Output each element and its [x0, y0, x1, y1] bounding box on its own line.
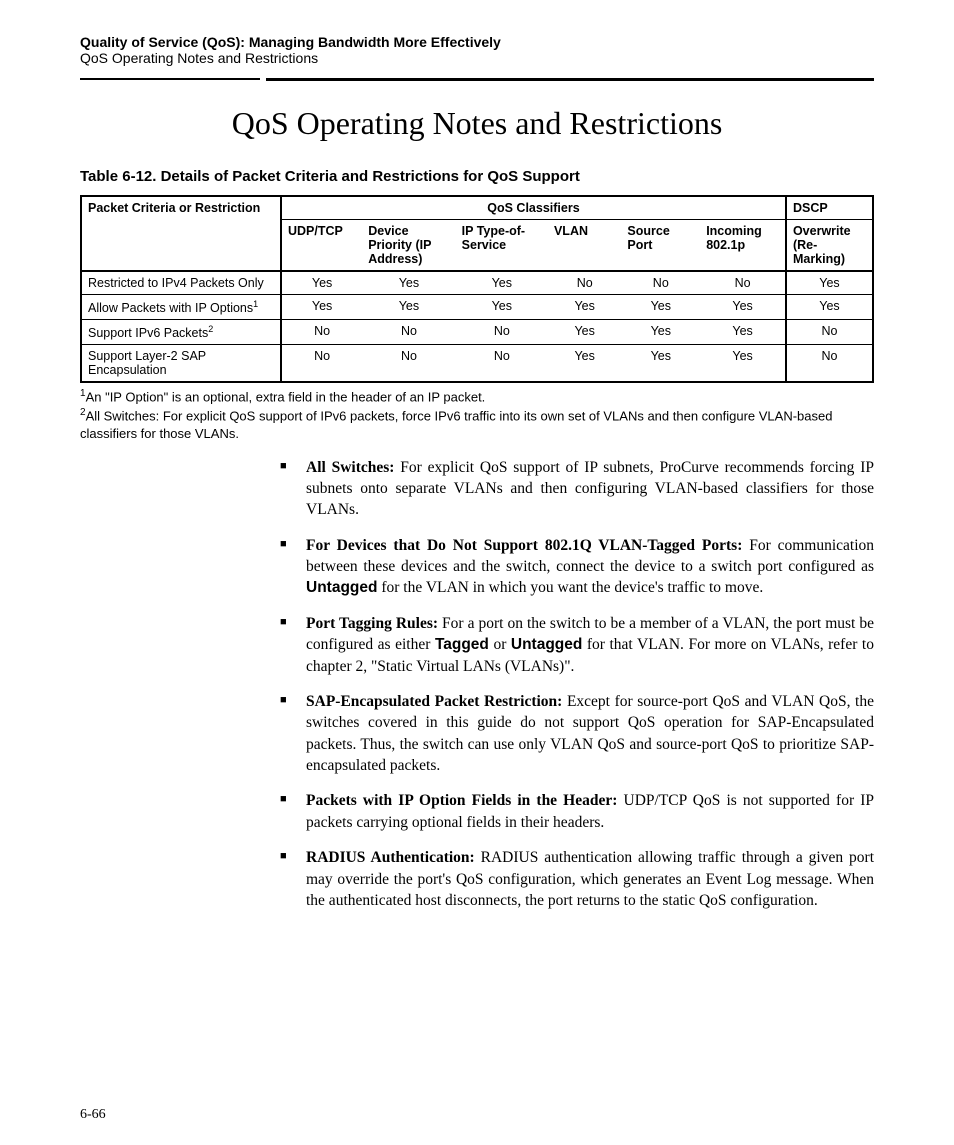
col-incoming: Incoming 802.1p: [700, 220, 786, 272]
col-packet-criteria: Packet Criteria or Restriction: [81, 196, 281, 271]
row-label: Support Layer-2 SAP Encapsulation: [81, 345, 281, 383]
cell: No: [281, 345, 362, 383]
qos-table: Packet Criteria or Restriction QoS Class…: [80, 195, 874, 383]
list-item: Packets with IP Option Fields in the Hea…: [280, 790, 874, 833]
col-vlan: VLAN: [548, 220, 621, 272]
header-rule: [80, 78, 874, 81]
cell: Yes: [700, 295, 786, 320]
cell: Yes: [548, 320, 621, 345]
footnote-2: 2All Switches: For explicit QoS support …: [80, 406, 874, 442]
table-row: Support Layer-2 SAP EncapsulationNoNoNoY…: [81, 345, 873, 383]
cell: Yes: [281, 271, 362, 295]
cell: Yes: [362, 271, 455, 295]
page-number: 6-66: [80, 1107, 106, 1123]
running-head: Quality of Service (QoS): Managing Bandw…: [80, 34, 874, 66]
table-row: Support IPv6 Packets2NoNoNoYesYesYesNo: [81, 320, 873, 345]
list-item: For Devices that Do Not Support 802.1Q V…: [280, 535, 874, 599]
table-footnotes: 1An "IP Option" is an optional, extra fi…: [80, 387, 874, 442]
row-label: Support IPv6 Packets2: [81, 320, 281, 345]
col-device: Device Priority (IP Address): [362, 220, 455, 272]
cell: Yes: [786, 295, 873, 320]
cell: No: [621, 271, 700, 295]
cell: No: [362, 345, 455, 383]
cell: Yes: [548, 295, 621, 320]
table-caption: Table 6-12. Details of Packet Criteria a…: [80, 168, 874, 185]
table-row: Restricted to IPv4 Packets OnlyYesYesYes…: [81, 271, 873, 295]
list-item: RADIUS Authentication: RADIUS authentica…: [280, 847, 874, 911]
cell: Yes: [700, 345, 786, 383]
cell: Yes: [456, 295, 548, 320]
cell: Yes: [786, 271, 873, 295]
notes-list: All Switches: For explicit QoS support o…: [280, 457, 874, 912]
col-udp: UDP/TCP: [281, 220, 362, 272]
table-row: Allow Packets with IP Options1YesYesYesY…: [81, 295, 873, 320]
list-item: Port Tagging Rules: For a port on the sw…: [280, 613, 874, 677]
col-group-dscp: DSCP: [786, 196, 873, 220]
cell: No: [281, 320, 362, 345]
cell: No: [456, 345, 548, 383]
cell: Yes: [700, 320, 786, 345]
cell: Yes: [456, 271, 548, 295]
cell: Yes: [621, 320, 700, 345]
cell: No: [456, 320, 548, 345]
cell: Yes: [281, 295, 362, 320]
running-head-line2: QoS Operating Notes and Restrictions: [80, 50, 874, 66]
cell: No: [786, 320, 873, 345]
cell: Yes: [621, 295, 700, 320]
cell: No: [362, 320, 455, 345]
section-title: QoS Operating Notes and Restrictions: [80, 105, 874, 142]
cell: Yes: [548, 345, 621, 383]
col-group-qos: QoS Classifiers: [281, 196, 786, 220]
cell: No: [700, 271, 786, 295]
running-head-line1: Quality of Service (QoS): Managing Bandw…: [80, 34, 874, 50]
cell: No: [548, 271, 621, 295]
cell: Yes: [621, 345, 700, 383]
col-dscp: Overwrite (Re-Marking): [786, 220, 873, 272]
col-tos: IP Type-of-Service: [456, 220, 548, 272]
list-item: All Switches: For explicit QoS support o…: [280, 457, 874, 521]
row-label: Restricted to IPv4 Packets Only: [81, 271, 281, 295]
footnote-1: 1An "IP Option" is an optional, extra fi…: [80, 387, 874, 406]
cell: No: [786, 345, 873, 383]
row-label: Allow Packets with IP Options1: [81, 295, 281, 320]
list-item: SAP-Encapsulated Packet Restriction: Exc…: [280, 691, 874, 777]
col-source: Source Port: [621, 220, 700, 272]
cell: Yes: [362, 295, 455, 320]
